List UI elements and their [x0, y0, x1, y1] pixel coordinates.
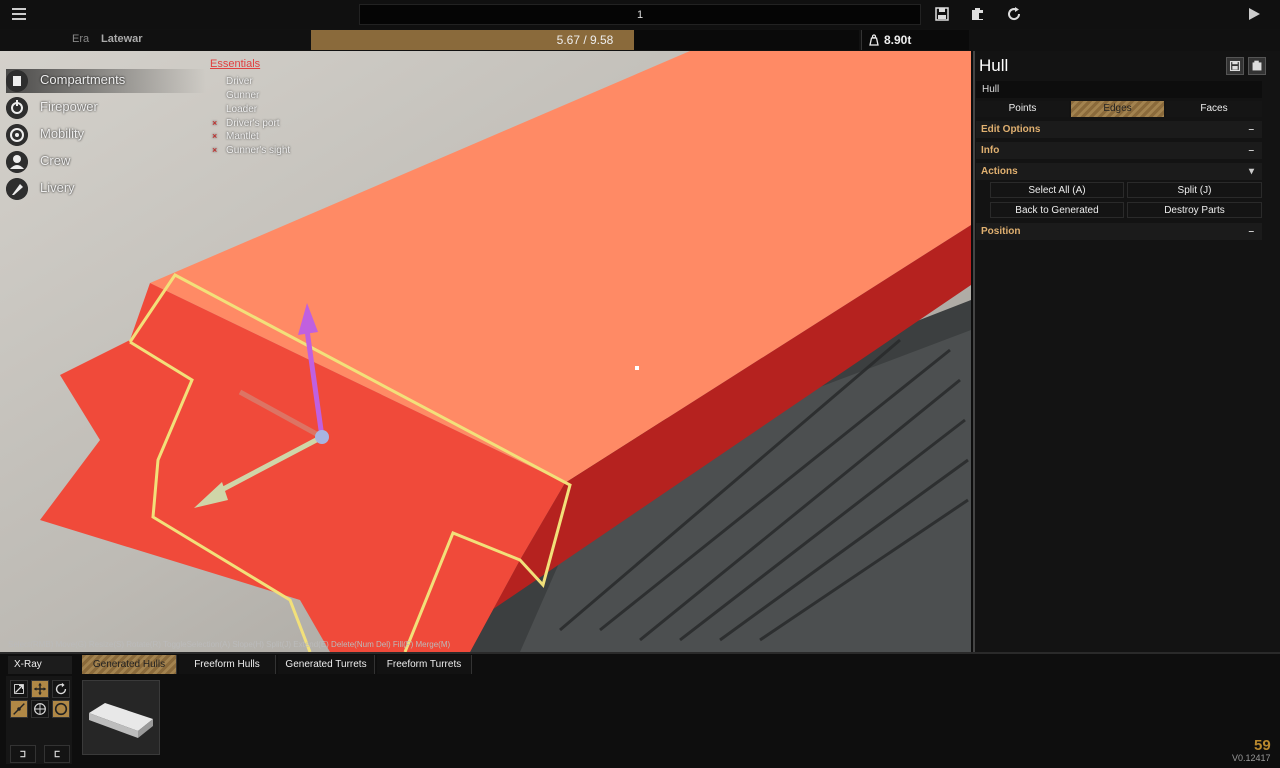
mode-points-button[interactable]: Points	[976, 101, 1069, 117]
compartment-icon	[6, 70, 28, 92]
mobility-icon	[6, 124, 28, 146]
refresh-icon[interactable]	[1006, 6, 1022, 22]
essential-driver: Driver	[226, 76, 253, 87]
essential-gunner: Gunner	[226, 90, 260, 101]
position-header[interactable]: Position –	[976, 223, 1262, 240]
essential-loader: Loader	[226, 104, 258, 115]
3d-viewport[interactable]: Compartments Firepower Mobility Crew Liv…	[0, 51, 971, 652]
tab-freeform-turrets[interactable]: Freeform Turrets	[377, 655, 472, 674]
nav-livery-label: Livery	[40, 180, 75, 195]
tab-generated-turrets[interactable]: Generated Turrets	[278, 655, 375, 674]
paste-icon[interactable]	[970, 6, 986, 22]
info-label: Info	[981, 145, 1000, 156]
actions-label: Actions	[981, 166, 1018, 177]
xray-toggle[interactable]: X-Ray	[8, 656, 72, 674]
redo-icon[interactable]	[44, 745, 70, 763]
move-tool-icon[interactable]	[31, 680, 49, 698]
hull-preview-icon	[89, 703, 153, 738]
nav-mobility[interactable]: Mobility	[6, 123, 206, 147]
fps-counter: 59	[1254, 737, 1271, 754]
weight-value: 8.90t	[884, 33, 912, 47]
rotate-tool-icon[interactable]	[52, 680, 70, 698]
panel-title: Hull	[979, 56, 1009, 75]
play-icon[interactable]	[1246, 6, 1262, 22]
nav-firepower-label: Firepower	[40, 99, 98, 114]
actions-header[interactable]: Actions ▾	[976, 163, 1262, 180]
missing-icon: ×	[212, 145, 218, 155]
resize-tool-icon[interactable]	[10, 680, 28, 698]
menu-icon[interactable]	[12, 5, 38, 25]
nav-compartments[interactable]: Compartments	[6, 69, 206, 93]
era-value[interactable]: Latewar	[101, 33, 143, 45]
local-space-icon[interactable]	[52, 700, 70, 718]
crew-icon	[6, 151, 28, 173]
nav-compartments-label: Compartments	[40, 72, 126, 87]
mode-edges-button[interactable]: Edges	[1071, 101, 1164, 117]
snap-tool-icon[interactable]	[10, 700, 28, 718]
version-label: V0.12417	[1232, 753, 1271, 763]
select-all-button[interactable]: Select All (A)	[990, 182, 1124, 198]
collapse-icon: –	[1248, 145, 1254, 156]
essential-gunners-sight: × Gunner's sight	[212, 145, 291, 156]
paste-part-icon[interactable]	[1248, 57, 1266, 75]
nav-crew[interactable]: Crew	[6, 150, 206, 174]
weight-icon	[869, 34, 879, 46]
livery-icon	[6, 178, 28, 200]
essential-mantlet: × Mantlet	[212, 131, 259, 142]
missing-icon: ×	[212, 131, 218, 141]
era-label: Era	[72, 33, 90, 45]
essential-drivers-port: × Driver's port	[212, 118, 280, 129]
essentials-title: Essentials	[210, 58, 261, 70]
points-bar: 5.67 / 9.58	[311, 30, 859, 50]
expand-icon: ▾	[1248, 166, 1254, 177]
split-button[interactable]: Split (J)	[1127, 182, 1262, 198]
tab-freeform-hulls[interactable]: Freeform Hulls	[179, 655, 276, 674]
firepower-icon	[6, 97, 28, 119]
tab-generated-hulls[interactable]: Generated Hulls	[82, 655, 177, 674]
save-part-icon[interactable]	[1226, 57, 1244, 75]
nav-mobility-label: Mobility	[40, 126, 85, 141]
save-icon[interactable]	[934, 6, 950, 22]
part-name-input[interactable]: Hull	[976, 81, 1262, 98]
mode-faces-button[interactable]: Faces	[1166, 101, 1262, 117]
shortcut-hints: Select(RMB) Move(G) Resize(S) Rotate(R) …	[8, 640, 451, 649]
destroy-parts-button[interactable]: Destroy Parts	[1127, 202, 1262, 218]
back-to-generated-button[interactable]: Back to Generated	[990, 202, 1124, 218]
world-space-icon[interactable]	[31, 700, 49, 718]
nav-livery[interactable]: Livery	[6, 177, 206, 201]
nav-firepower[interactable]: Firepower	[6, 96, 206, 120]
edit-options-label: Edit Options	[981, 124, 1041, 135]
hull-thumbnail[interactable]	[82, 680, 160, 755]
edit-options-header[interactable]: Edit Options –	[976, 121, 1262, 138]
undo-icon[interactable]	[10, 745, 36, 763]
vehicle-name-input[interactable]: 1	[359, 4, 921, 25]
info-header[interactable]: Info –	[976, 142, 1262, 159]
points-text: 5.67 / 9.58	[556, 33, 614, 47]
collapse-icon: –	[1248, 124, 1254, 135]
nav-crew-label: Crew	[40, 153, 71, 168]
missing-icon: ×	[212, 118, 218, 128]
collapse-icon: –	[1248, 226, 1254, 237]
position-label: Position	[981, 226, 1021, 237]
weight-display: 8.90t	[861, 30, 969, 50]
